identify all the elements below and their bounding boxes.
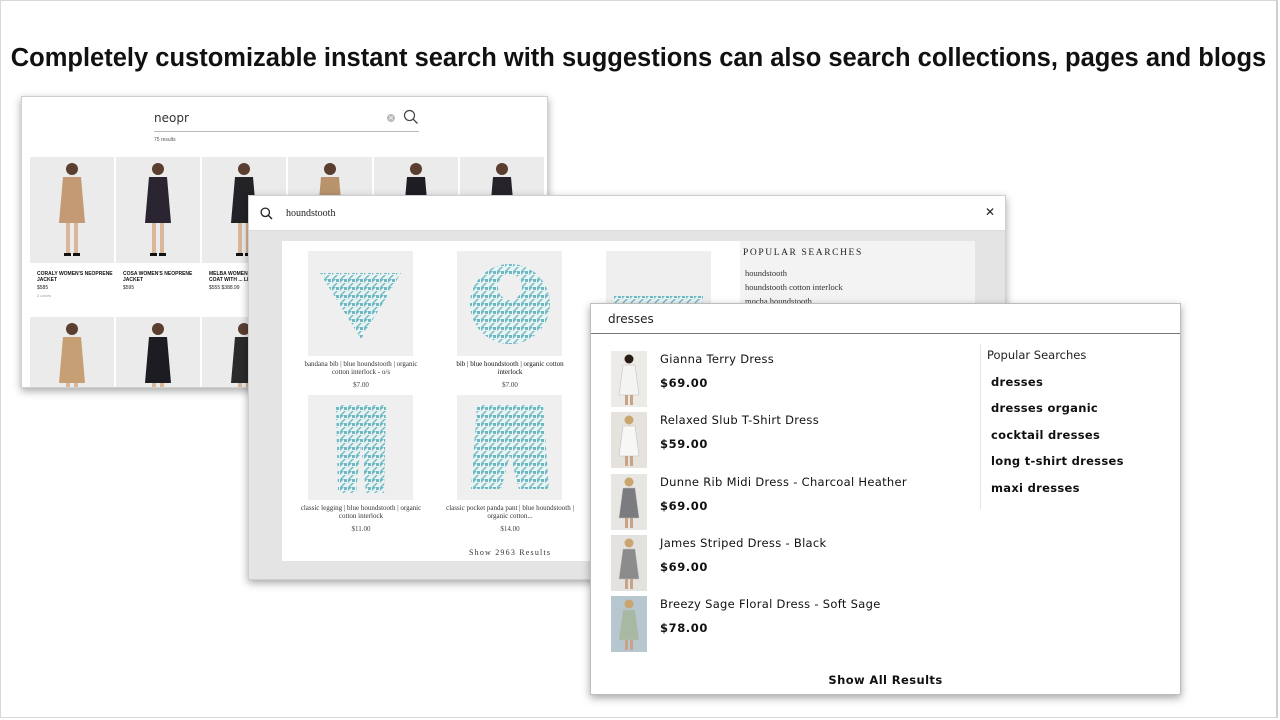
results-count: 75 results xyxy=(154,137,176,143)
search-query-text: neopr xyxy=(154,111,189,125)
dresses-search-screenshot: dresses Gianna Terry Dress $69.00 Relaxed … xyxy=(590,303,1181,695)
product-thumbnail xyxy=(611,351,647,407)
product-suggestion[interactable]: Relaxed Slub T-Shirt Dress $59.00 xyxy=(611,412,971,469)
product-price: $7.00 xyxy=(502,381,518,389)
product-name[interactable]: Relaxed Slub T-Shirt Dress xyxy=(660,413,819,427)
popular-searches-heading: POPULAR SEARCHES xyxy=(743,248,863,258)
search-input[interactable]: houndstooth xyxy=(286,208,335,219)
model-figure xyxy=(59,163,85,256)
show-all-results-button[interactable]: Show All Results xyxy=(591,673,1180,687)
product-colors-note: 2 colors xyxy=(37,293,52,298)
product-price: $69.00 xyxy=(660,376,708,390)
popular-search-item[interactable]: dresses organic xyxy=(991,401,1098,415)
product-suggestion[interactable]: James Striped Dress - Black $69.00 xyxy=(611,534,971,591)
product-name[interactable]: James Striped Dress - Black xyxy=(660,536,827,550)
dress-figure xyxy=(618,354,640,405)
popular-search-item[interactable]: cocktail dresses xyxy=(991,428,1100,442)
popular-searches-heading: Popular Searches xyxy=(987,348,1087,362)
houndstooth-garment xyxy=(471,405,549,489)
search-icon[interactable] xyxy=(403,109,419,125)
dress-figure xyxy=(618,477,640,528)
close-icon[interactable]: ✕ xyxy=(985,205,995,219)
popular-search-item[interactable]: houndstooth xyxy=(745,268,787,278)
product-name[interactable]: COSA WOMEN'S NEOPRENE JACKET xyxy=(123,271,203,283)
search-input[interactable]: dresses xyxy=(591,304,1180,334)
model-figure xyxy=(145,163,171,256)
product-price: $78.00 xyxy=(660,621,708,636)
product-image[interactable] xyxy=(308,251,413,356)
product-price: $14.00 xyxy=(500,525,520,533)
search-bar: houndstooth ✕ xyxy=(249,196,1005,231)
clear-icon[interactable]: × xyxy=(387,114,395,122)
product-title[interactable]: classic pocket panda pant | blue houndst… xyxy=(445,504,575,520)
product-price: $59.00 xyxy=(660,437,708,452)
product-price: $69.00 xyxy=(660,498,708,513)
houndstooth-garment xyxy=(320,273,401,339)
product-image[interactable] xyxy=(116,317,200,387)
popular-search-item[interactable]: maxi dresses xyxy=(991,481,1080,495)
product-thumbnail xyxy=(611,534,647,591)
popular-searches-box: POPULAR SEARCHES houndstooth houndstooth… xyxy=(740,241,975,311)
product-name[interactable]: Dunne Rib Midi Dress - Charcoal Heather xyxy=(660,475,907,489)
product-image[interactable] xyxy=(30,157,114,263)
product-suggestion[interactable]: Dunne Rib Midi Dress - Charcoal Heather $… xyxy=(611,473,971,530)
divider xyxy=(980,344,981,509)
search-icon[interactable] xyxy=(260,207,273,220)
product-image[interactable] xyxy=(457,251,562,356)
product-price: $595 xyxy=(123,285,135,291)
product-title[interactable]: bandana bib | blue houndstooth | organic… xyxy=(296,360,426,376)
search-query-text: dresses xyxy=(608,312,654,326)
product-price: $555 $388.99 xyxy=(209,285,240,291)
houndstooth-garment xyxy=(470,264,550,344)
product-price: $69.00 xyxy=(660,559,708,574)
page-headline: Completely customizable instant search w… xyxy=(10,44,1267,72)
search-input[interactable]: neopr × xyxy=(154,109,419,132)
product-thumbnail xyxy=(611,473,647,530)
popular-search-item[interactable]: dresses xyxy=(991,375,1043,389)
product-suggestion[interactable]: Gianna Terry Dress $69.00 xyxy=(611,351,971,407)
model-figure xyxy=(59,323,85,387)
product-thumbnail xyxy=(611,412,647,469)
popular-search-item[interactable]: houndstooth cotton interlock xyxy=(745,282,843,292)
product-name[interactable]: Breezy Sage Floral Dress - Soft Sage xyxy=(660,597,881,611)
dress-figure xyxy=(618,538,640,589)
dress-figure xyxy=(618,599,640,651)
product-name[interactable]: Gianna Terry Dress xyxy=(660,352,774,366)
product-price: $7.00 xyxy=(353,381,369,389)
product-price: $11.00 xyxy=(351,525,371,533)
product-image[interactable] xyxy=(308,395,413,500)
product-image[interactable] xyxy=(116,157,200,263)
product-title[interactable]: bib | blue houndstooth | organic cotton … xyxy=(445,360,575,376)
model-figure xyxy=(145,323,171,387)
houndstooth-garment xyxy=(336,405,386,493)
show-results-link[interactable]: Show 2963 Results xyxy=(469,548,551,557)
product-price: $585 xyxy=(37,285,49,291)
product-suggestion[interactable]: Breezy Sage Floral Dress - Soft Sage $78.… xyxy=(611,596,971,653)
product-thumbnail xyxy=(611,596,647,653)
product-image[interactable] xyxy=(30,317,114,387)
popular-search-item[interactable]: long t-shirt dresses xyxy=(991,454,1124,468)
product-image[interactable] xyxy=(457,395,562,500)
product-name[interactable]: CORALY WOMEN'S NEOPRENE JACKET xyxy=(37,271,117,283)
dress-figure xyxy=(618,415,640,467)
product-title[interactable]: classic legging | blue houndstooth | org… xyxy=(296,504,426,520)
